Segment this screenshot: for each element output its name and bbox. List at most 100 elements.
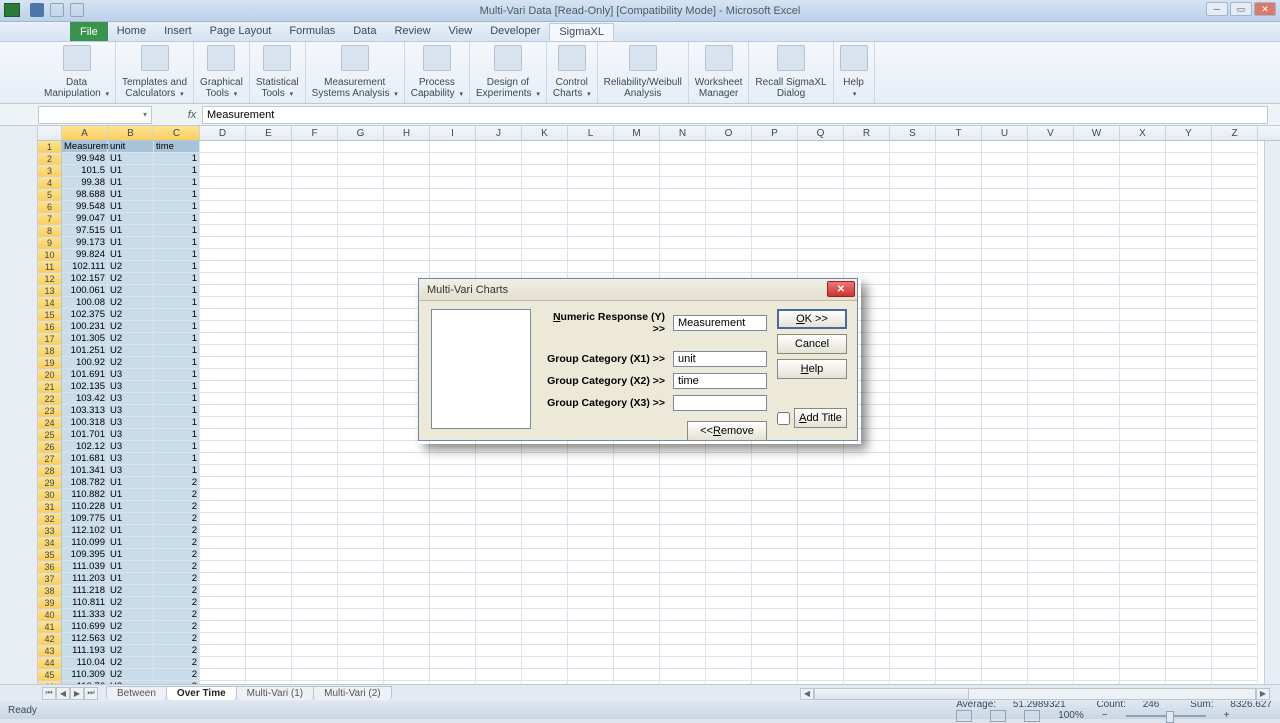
cell[interactable]	[660, 213, 706, 225]
cell[interactable]	[1212, 237, 1258, 249]
cell[interactable]	[752, 201, 798, 213]
cell[interactable]: 103.313	[62, 405, 108, 417]
cell[interactable]	[476, 597, 522, 609]
ribbon-design-of[interactable]: Design ofExperiments ▾	[470, 42, 547, 103]
col-header-B[interactable]: B	[108, 126, 154, 140]
cell[interactable]	[936, 633, 982, 645]
cell[interactable]	[936, 621, 982, 633]
ribbon-graphical[interactable]: GraphicalTools ▾	[194, 42, 250, 103]
col-header-H[interactable]: H	[384, 126, 430, 140]
cell[interactable]	[1212, 597, 1258, 609]
cell[interactable]	[476, 477, 522, 489]
cell[interactable]	[1166, 285, 1212, 297]
cell[interactable]	[246, 153, 292, 165]
cell[interactable]: Measurem	[62, 141, 108, 153]
cell[interactable]	[476, 237, 522, 249]
cell[interactable]	[522, 633, 568, 645]
cell[interactable]	[1028, 621, 1074, 633]
cell[interactable]	[338, 609, 384, 621]
cell[interactable]	[936, 357, 982, 369]
cell[interactable]	[844, 585, 890, 597]
label-numeric-response[interactable]: Numeric Response (Y) >>	[541, 311, 665, 335]
cell[interactable]	[1212, 465, 1258, 477]
cell[interactable]: 1	[154, 189, 200, 201]
cell[interactable]	[246, 633, 292, 645]
cell[interactable]	[1166, 405, 1212, 417]
cell[interactable]	[1120, 297, 1166, 309]
cell[interactable]	[1120, 489, 1166, 501]
cell[interactable]	[1212, 189, 1258, 201]
cell[interactable]	[890, 609, 936, 621]
cell[interactable]	[1212, 393, 1258, 405]
cell[interactable]	[1212, 489, 1258, 501]
variable-listbox[interactable]	[431, 309, 531, 429]
cell[interactable]	[200, 621, 246, 633]
cell[interactable]	[338, 417, 384, 429]
row-header[interactable]: 35	[38, 549, 62, 561]
cell[interactable]	[1074, 513, 1120, 525]
cell[interactable]	[246, 405, 292, 417]
cell[interactable]	[1120, 477, 1166, 489]
cell[interactable]	[844, 633, 890, 645]
cell[interactable]	[706, 237, 752, 249]
cell[interactable]: U2	[108, 621, 154, 633]
row-header[interactable]: 14	[38, 297, 62, 309]
cell[interactable]	[200, 153, 246, 165]
cell[interactable]: U2	[108, 261, 154, 273]
cell[interactable]	[292, 201, 338, 213]
cell[interactable]	[1028, 525, 1074, 537]
cell[interactable]	[798, 585, 844, 597]
cell[interactable]	[982, 237, 1028, 249]
cell[interactable]	[338, 633, 384, 645]
cell[interactable]	[384, 573, 430, 585]
undo-icon[interactable]	[50, 3, 64, 17]
cell[interactable]	[706, 609, 752, 621]
cell[interactable]	[1028, 573, 1074, 585]
cell[interactable]	[706, 669, 752, 681]
cell[interactable]	[660, 489, 706, 501]
cell[interactable]: 99.948	[62, 153, 108, 165]
cell[interactable]	[660, 561, 706, 573]
cell[interactable]	[522, 489, 568, 501]
cell[interactable]: 1	[154, 165, 200, 177]
cell[interactable]	[1028, 249, 1074, 261]
row-header[interactable]: 2	[38, 153, 62, 165]
cell[interactable]	[890, 477, 936, 489]
cell[interactable]	[1074, 357, 1120, 369]
cell[interactable]	[1074, 645, 1120, 657]
cell[interactable]	[1212, 537, 1258, 549]
cell[interactable]	[1212, 645, 1258, 657]
cell[interactable]	[706, 165, 752, 177]
cell[interactable]	[1120, 453, 1166, 465]
cell[interactable]	[522, 237, 568, 249]
cell[interactable]	[1166, 225, 1212, 237]
cell[interactable]	[1028, 189, 1074, 201]
cell[interactable]	[1028, 141, 1074, 153]
cell[interactable]	[1028, 513, 1074, 525]
cell[interactable]	[246, 621, 292, 633]
cell[interactable]	[614, 213, 660, 225]
cell[interactable]	[936, 549, 982, 561]
col-header-D[interactable]: D	[200, 126, 246, 140]
cell[interactable]	[338, 357, 384, 369]
cell[interactable]	[430, 657, 476, 669]
cell[interactable]: 110.04	[62, 657, 108, 669]
horizontal-scrollbar[interactable]: ◀ ▶	[800, 687, 1270, 700]
cell[interactable]	[752, 513, 798, 525]
cell[interactable]	[246, 501, 292, 513]
cell[interactable]: 111.039	[62, 561, 108, 573]
cell[interactable]	[1166, 297, 1212, 309]
cell[interactable]	[1074, 465, 1120, 477]
cell[interactable]: U2	[108, 585, 154, 597]
cell[interactable]	[752, 477, 798, 489]
hscroll-right-icon[interactable]: ▶	[1256, 688, 1270, 700]
cell[interactable]	[706, 657, 752, 669]
vertical-scrollbar[interactable]	[1264, 141, 1280, 684]
ribbon-recall-sigmaxl[interactable]: Recall SigmaXLDialog	[749, 42, 833, 103]
row-header[interactable]: 36	[38, 561, 62, 573]
cell[interactable]	[476, 513, 522, 525]
cell[interactable]	[706, 453, 752, 465]
col-header-K[interactable]: K	[522, 126, 568, 140]
redo-icon[interactable]	[70, 3, 84, 17]
cell[interactable]	[292, 441, 338, 453]
